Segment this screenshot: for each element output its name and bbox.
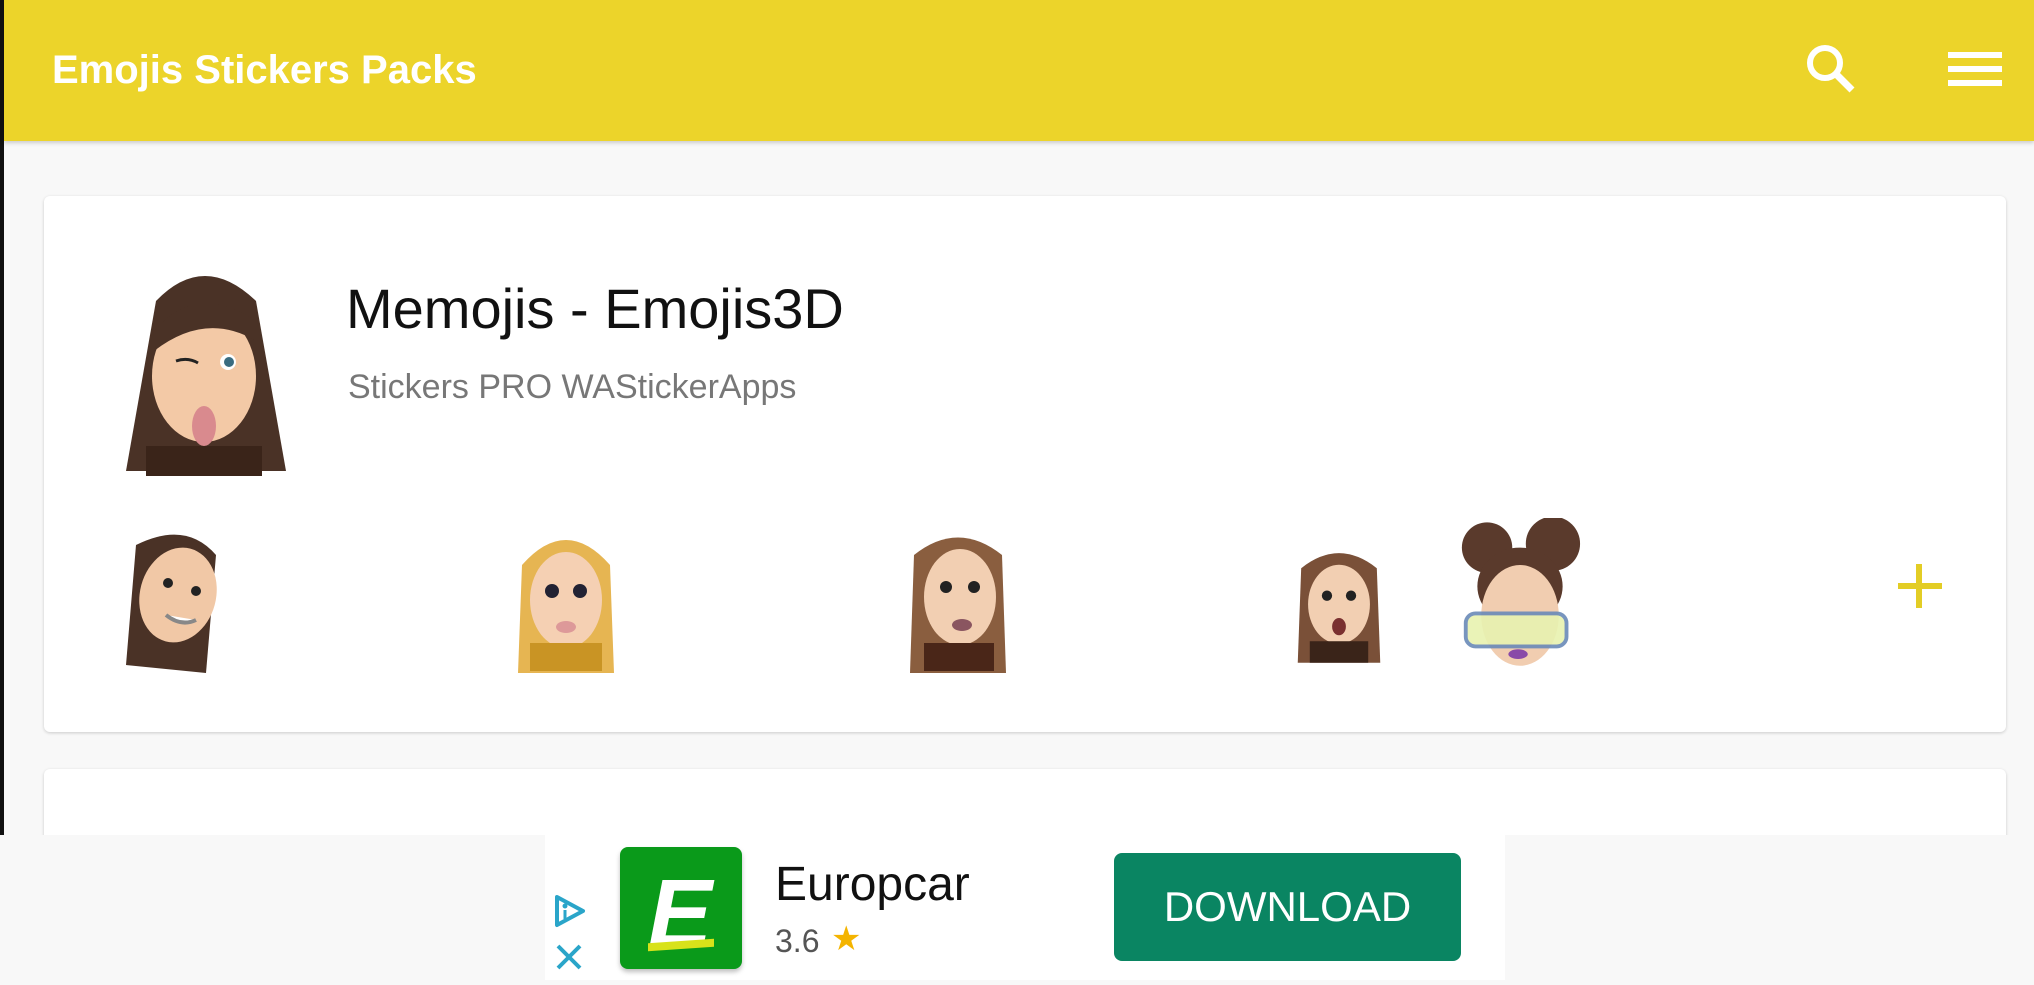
- close-icon[interactable]: [555, 943, 583, 971]
- search-icon: [1807, 45, 1855, 93]
- sticker-pack-card[interactable]: Memojis - Emojis3D Stickers PRO WASticke…: [44, 196, 2006, 732]
- search-button[interactable]: [1800, 38, 1864, 102]
- ad-rating: 3.6: [775, 923, 820, 959]
- sticker-preview: [126, 534, 217, 673]
- app-title: Emojis Stickers Packs: [52, 48, 477, 92]
- pack-tray-image: [126, 276, 286, 476]
- hamburger-menu-icon: [1948, 52, 2002, 86]
- ad-download-button[interactable]: DOWNLOAD: [1114, 853, 1461, 961]
- plus-icon: [1898, 564, 1942, 608]
- ad-app-icon-letter: E: [648, 860, 713, 967]
- sticker-preview: [518, 540, 614, 673]
- star-icon: ★: [831, 920, 862, 958]
- pack-title: Memojis - Emojis3D: [346, 277, 844, 340]
- pack-author: Stickers PRO WAStickerApps: [348, 368, 797, 406]
- ad-banner[interactable]: E Europcar 3.6 ★ DOWNLOAD: [545, 835, 1505, 980]
- add-to-whatsapp-button[interactable]: [1884, 550, 1956, 622]
- sticker-preview: [1461, 518, 1581, 666]
- ad-app-icon[interactable]: E: [620, 847, 742, 969]
- app-bar: Emojis Stickers Packs: [4, 0, 2034, 141]
- sticker-preview: [910, 537, 1006, 673]
- adchoices-icon[interactable]: [551, 893, 587, 929]
- ad-app-name[interactable]: Europcar: [775, 857, 970, 912]
- sticker-preview: [1297, 553, 1381, 663]
- menu-button[interactable]: [1946, 48, 2004, 90]
